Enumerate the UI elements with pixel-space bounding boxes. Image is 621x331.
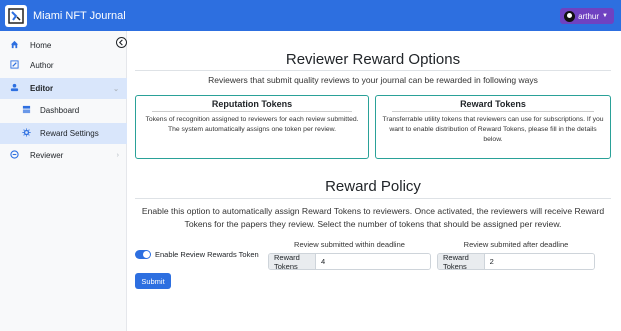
toggle-label: Enable Review Rewards Token (155, 250, 259, 259)
within-deadline-input-group: Reward Tokens (268, 253, 431, 270)
user-menu-button[interactable]: arthur ▼ (560, 8, 614, 24)
card-divider (392, 111, 594, 112)
sidebar-item-label: Dashboard (40, 105, 80, 115)
caret-down-icon: ▼ (602, 13, 608, 19)
toggle-switch[interactable] (135, 250, 151, 259)
sidebar-item-editor[interactable]: Editor ⌄ (0, 78, 127, 99)
enable-rewards-toggle[interactable]: Enable Review Rewards Token (135, 250, 259, 259)
sidebar-item-label: Home (30, 40, 52, 50)
chevron-right-icon: › (116, 151, 119, 159)
sidebar-item-label: Editor (30, 84, 54, 93)
sidebar-item-label: Reward Settings (40, 129, 99, 138)
after-deadline-tokens-input[interactable] (484, 254, 594, 269)
sidebar: Home Author Editor ⌄ Dashboard Reward Se… (0, 31, 127, 331)
reward-tokens-body: Transferrable utility tokens that review… (382, 116, 604, 143)
reputation-tokens-body: Tokens of recognition assigned to review… (145, 116, 359, 133)
reward-tokens-addon: Reward Tokens (269, 254, 317, 269)
reward-tokens-card: Reward Tokens Transferrable utility toke… (375, 95, 611, 159)
sidebar-item-author[interactable]: Author (0, 55, 127, 75)
sidebar-item-label: Reviewer (30, 150, 64, 160)
editor-icon (8, 83, 20, 94)
pen-icon (8, 59, 20, 71)
app-title: Miami NFT Journal (33, 9, 126, 22)
policy-divider (135, 198, 611, 199)
reputation-tokens-title: Reputation Tokens (211, 99, 293, 109)
reward-tokens-title: Reward Tokens (460, 99, 526, 109)
user-name: arthur (578, 11, 600, 21)
dashboard-icon (20, 105, 32, 116)
reward-tokens-addon: Reward Tokens (438, 254, 485, 269)
within-deadline-header: Review submitted within deadline (294, 240, 405, 249)
after-deadline-header: Review submited after deadline (463, 240, 569, 249)
sidebar-item-dashboard[interactable]: Dashboard (0, 100, 127, 120)
user-avatar-icon (564, 10, 576, 22)
card-divider (152, 111, 352, 112)
top-navbar: Miami NFT Journal arthur ▼ (0, 0, 621, 31)
after-deadline-input-group: Reward Tokens (437, 253, 595, 270)
within-deadline-tokens-input[interactable] (316, 254, 430, 269)
sidebar-item-home[interactable]: Home (0, 35, 127, 55)
chevron-down-icon: ⌄ (113, 85, 119, 93)
policy-title: Reward Policy (325, 178, 421, 195)
sidebar-item-reward-settings[interactable]: Reward Settings (0, 123, 127, 144)
home-icon (8, 40, 20, 51)
title-divider (135, 70, 611, 71)
reviewer-icon (8, 149, 20, 161)
journal-logo-icon (5, 4, 27, 27)
gear-icon (20, 128, 32, 139)
reputation-tokens-card: Reputation Tokens Tokens of recognition … (135, 95, 369, 159)
submit-button[interactable]: Submit (135, 273, 171, 289)
sidebar-item-reviewer[interactable]: Reviewer › (0, 145, 127, 165)
brand[interactable]: Miami NFT Journal (0, 0, 126, 31)
page-title: Reviewer Reward Options (285, 51, 461, 68)
page-description: Reviewers that submit quality reviews to… (208, 75, 538, 85)
policy-description: Enable this option to automatically assi… (141, 206, 605, 229)
sidebar-item-label: Author (30, 60, 54, 70)
